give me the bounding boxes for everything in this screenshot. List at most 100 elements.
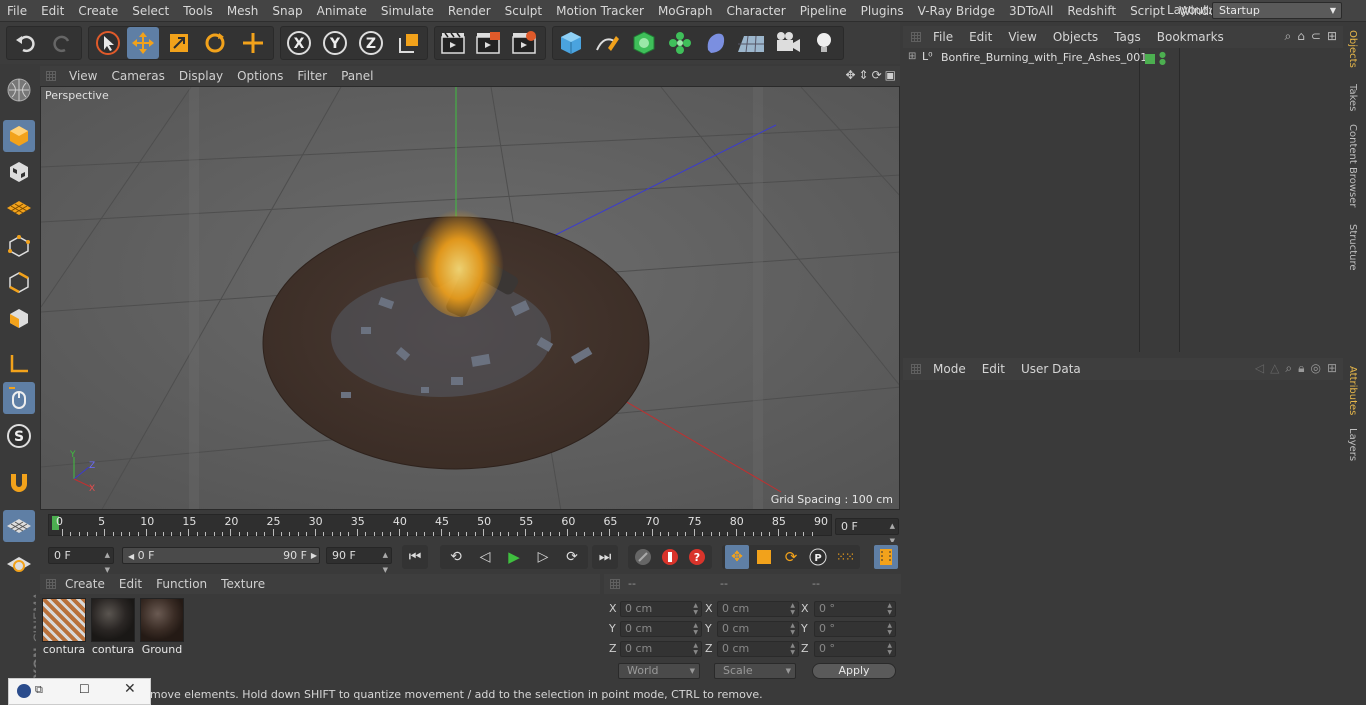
key-scale-button[interactable]	[752, 545, 776, 569]
make-editable-button[interactable]	[3, 74, 35, 106]
polygons-mode-button[interactable]	[3, 302, 35, 334]
menu-script[interactable]: Script	[1123, 4, 1172, 18]
autokey-button[interactable]	[658, 545, 682, 569]
go-to-start-button[interactable]: ⏮	[402, 545, 428, 569]
lock-icon[interactable]: 🔒︎	[1298, 361, 1304, 376]
key-pla-button[interactable]: ⁙⁙	[833, 545, 857, 569]
deformer-button[interactable]	[700, 27, 732, 59]
expand-icon[interactable]: ⊞	[908, 51, 916, 62]
undo-button[interactable]	[10, 27, 42, 59]
menu-mograph[interactable]: MoGraph	[651, 4, 720, 18]
search-icon[interactable]: ⌕	[1285, 29, 1292, 44]
size-field[interactable]: 0 cm ▲ ▼	[717, 601, 799, 617]
object-menu-objects[interactable]: Objects	[1045, 30, 1106, 44]
rotate-button[interactable]	[199, 27, 231, 59]
menu-edit[interactable]: Edit	[34, 4, 71, 18]
model-mode-button[interactable]	[3, 120, 35, 152]
viewport-menu-panel[interactable]: Panel	[334, 69, 380, 83]
material-item[interactable]: contura	[42, 598, 86, 658]
keyframe-selection-button[interactable]: ?	[685, 545, 709, 569]
snap-button[interactable]	[3, 466, 35, 498]
material-menu-edit[interactable]: Edit	[112, 577, 149, 591]
menu-render[interactable]: Render	[441, 4, 498, 18]
tab-layers[interactable]: Layers	[1347, 428, 1358, 461]
viewport-menu-view[interactable]: View	[62, 69, 104, 83]
material-menu-function[interactable]: Function	[149, 577, 214, 591]
new-panel-icon[interactable]: ⊞	[1327, 361, 1337, 376]
tab-takes[interactable]: Takes	[1347, 84, 1358, 111]
rotation-field[interactable]: 0 ° ▲ ▼	[814, 621, 896, 637]
workplane-button[interactable]	[3, 192, 35, 224]
coordinate-mode-select[interactable]: World ▼	[618, 663, 700, 679]
object-menu-bookmarks[interactable]: Bookmarks	[1149, 30, 1232, 44]
tab-content-browser[interactable]: Content Browser	[1347, 124, 1358, 207]
texture-mode-button[interactable]	[3, 156, 35, 188]
record-keys-button[interactable]	[631, 545, 655, 569]
previous-frame-button[interactable]: ◁	[472, 545, 498, 569]
panel-grip[interactable]	[610, 579, 620, 589]
viewport-pan-icon[interactable]: ✥	[845, 68, 855, 82]
up-arrow-icon[interactable]: △	[1270, 361, 1279, 376]
play-button[interactable]: ▶	[501, 545, 527, 569]
home-icon[interactable]: ⌂	[1297, 29, 1305, 44]
key-parameter-button[interactable]: P	[806, 545, 830, 569]
rotation-field[interactable]: 0 ° ▲ ▼	[814, 641, 896, 657]
points-mode-button[interactable]	[3, 230, 35, 262]
viewport-maximize-icon[interactable]: ▣	[885, 68, 896, 82]
timeline-button[interactable]	[874, 545, 898, 569]
viewport-menu-options[interactable]: Options	[230, 69, 290, 83]
rotation-field[interactable]: 0 ° ▲ ▼	[814, 601, 896, 617]
attribute-menu-mode[interactable]: Mode	[925, 362, 974, 376]
tab-attributes[interactable]: Attributes	[1347, 366, 1358, 415]
timeline-ruler[interactable]: 0 5 10 15 20 25 30 35 40 45 50 55 60 65 70 75 80 85 90 0 F…	[40, 512, 900, 545]
attribute-menu-user-data[interactable]: User Data	[1013, 362, 1089, 376]
menu-mesh[interactable]: Mesh	[220, 4, 266, 18]
new-panel-icon[interactable]: ⊞	[1327, 29, 1337, 44]
scale-button[interactable]	[163, 27, 195, 59]
start-frame-field[interactable]: 0 F ▲ ▼	[48, 547, 114, 574]
object-menu-tags[interactable]: Tags	[1106, 30, 1149, 44]
panel-grip[interactable]	[46, 71, 56, 81]
locked-workplane-button[interactable]	[3, 548, 35, 580]
key-position-button[interactable]: ✥	[725, 545, 749, 569]
material-item[interactable]: contura	[91, 598, 135, 658]
current-frame-field[interactable]: 0 F ▲ ▼	[835, 518, 899, 545]
viewport-menu-cameras[interactable]: Cameras	[104, 69, 171, 83]
object-menu-view[interactable]: View	[1000, 30, 1044, 44]
tab-structure[interactable]: Structure	[1347, 224, 1358, 271]
subdivision-button[interactable]	[628, 27, 660, 59]
size-field[interactable]: 0 cm ▲ ▼	[717, 641, 799, 657]
target-icon[interactable]: ◎	[1310, 361, 1320, 376]
edges-mode-button[interactable]	[3, 266, 35, 298]
key-rotation-button[interactable]: ⟳	[779, 545, 803, 569]
scale-mode-select[interactable]: Scale ▼	[714, 663, 796, 679]
end-frame-field[interactable]: 90 F ▲ ▼	[326, 547, 392, 574]
menu-file[interactable]: File	[0, 4, 34, 18]
world-coord-button[interactable]	[393, 27, 425, 59]
z-axis-button[interactable]: Z	[355, 27, 387, 59]
redo-button[interactable]	[46, 27, 78, 59]
menu-pipeline[interactable]: Pipeline	[793, 4, 854, 18]
menu-redshift[interactable]: Redshift	[1060, 4, 1123, 18]
back-arrow-icon[interactable]: ◁	[1255, 361, 1264, 376]
search-icon[interactable]: ⌕	[1285, 361, 1292, 376]
menu-character[interactable]: Character	[719, 4, 792, 18]
light-button[interactable]	[808, 27, 840, 59]
object-name[interactable]: Bonfire_Burning_with_Fire_Ashes_001	[941, 51, 1147, 64]
position-field[interactable]: 0 cm ▲ ▼	[620, 641, 702, 657]
next-key-button[interactable]: ⟳	[559, 545, 585, 569]
y-axis-button[interactable]: Y	[319, 27, 351, 59]
maximize-icon[interactable]: ☐	[79, 682, 90, 696]
restore-icon[interactable]: ⧉	[35, 683, 43, 697]
previous-key-button[interactable]: ⟲	[443, 545, 469, 569]
menu-plugins[interactable]: Plugins	[854, 4, 911, 18]
attribute-menu-edit[interactable]: Edit	[974, 362, 1013, 376]
layer-color-swatch[interactable]	[1145, 54, 1155, 64]
menu-simulate[interactable]: Simulate	[374, 4, 441, 18]
move-button[interactable]	[127, 27, 159, 59]
material-menu-create[interactable]: Create	[58, 577, 112, 591]
next-frame-button[interactable]: ▷	[530, 545, 556, 569]
panel-grip[interactable]	[911, 364, 921, 374]
frame-range-slider[interactable]: ◀ 0 F 90 F ▶	[122, 547, 320, 564]
x-axis-button[interactable]: X	[283, 27, 315, 59]
